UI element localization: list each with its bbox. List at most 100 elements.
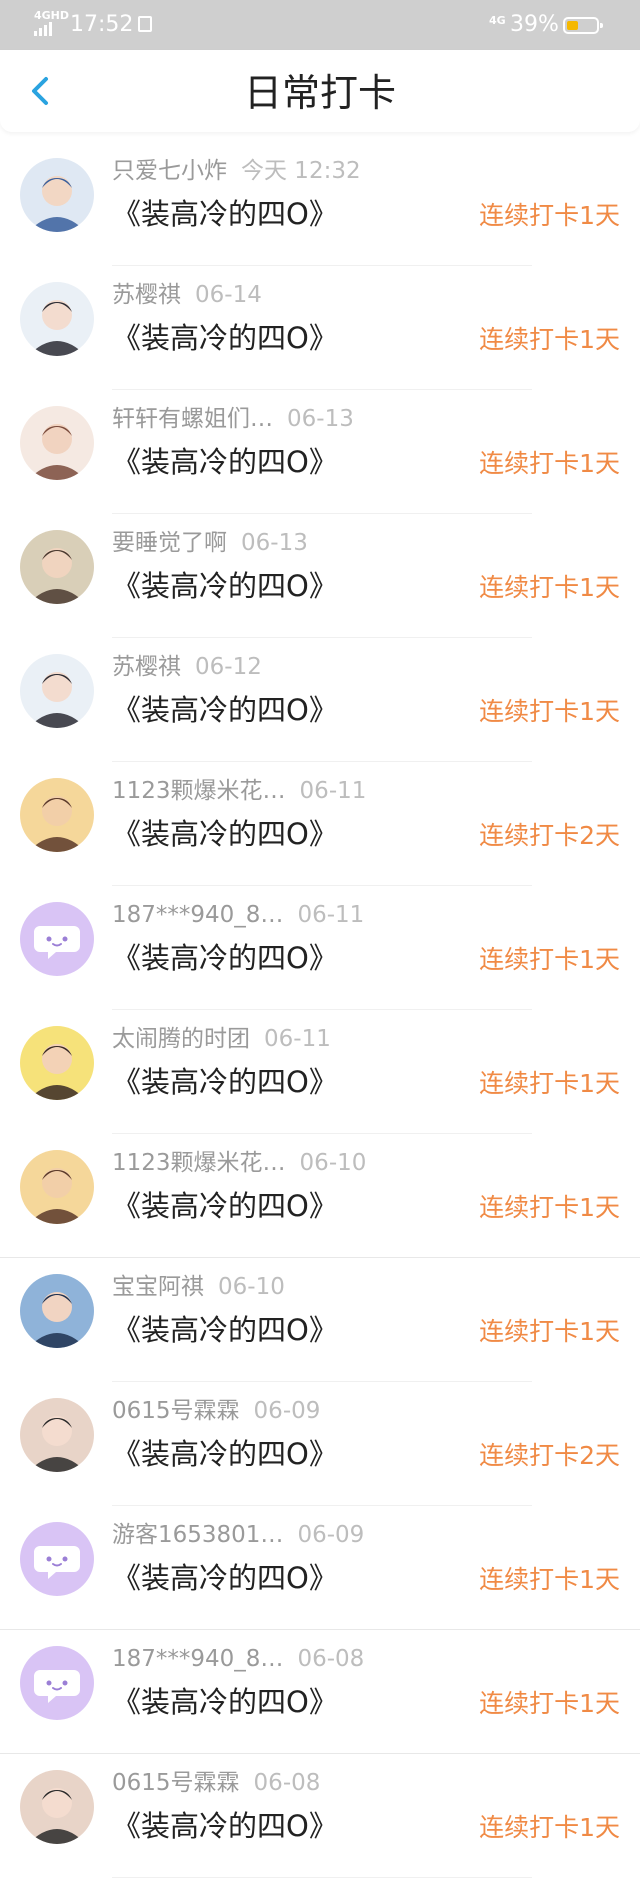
avatar[interactable] (20, 282, 94, 356)
avatar[interactable] (20, 902, 94, 976)
checkin-content: 《装高冷的四O》 (112, 1561, 338, 1595)
streak-label: 连续打卡2天 (479, 1441, 620, 1470)
name-line: 只爱七小炸 今天 12:32 (112, 154, 361, 188)
network-type: 4GHD (34, 9, 70, 22)
checkin-content: 《装高冷的四O》 (112, 1437, 338, 1471)
streak-label: 连续打卡1天 (479, 1193, 620, 1222)
avatar[interactable] (20, 778, 94, 852)
user-name[interactable]: 0615号霖霖 (112, 1766, 240, 1800)
checkin-date: 06-09 (297, 1522, 365, 1548)
network-type-secondary: 4G (489, 14, 506, 27)
default-avatar-icon (20, 1522, 94, 1596)
name-line: 宝宝阿祺 06-10 (112, 1270, 285, 1304)
checkin-content: 《装高冷的四O》 (112, 321, 338, 355)
user-name[interactable]: 187***940_8… (112, 1642, 283, 1676)
battery-percent: 39% (510, 12, 559, 37)
list-item[interactable]: 苏樱祺 06-12 《装高冷的四O》 连续打卡1天 (0, 638, 640, 762)
avatar[interactable] (20, 1398, 94, 1472)
user-photo-icon (20, 1770, 94, 1844)
checkin-content: 《装高冷的四O》 (112, 197, 338, 231)
name-line: 187***940_8… 06-11 (112, 898, 364, 932)
page-title: 日常打卡 (243, 71, 396, 115)
list-item[interactable]: 苏樱祺 06-14 《装高冷的四O》 连续打卡1天 (0, 266, 640, 390)
checkin-date: 06-08 (297, 1646, 365, 1672)
user-name[interactable]: 游客1653801… (112, 1518, 283, 1552)
user-photo-icon (20, 1398, 94, 1472)
avatar[interactable] (20, 1026, 94, 1100)
user-name[interactable]: 要睡觉了啊 (112, 526, 227, 560)
streak-label: 连续打卡1天 (479, 697, 620, 726)
user-name[interactable]: 1123颗爆米花… (112, 774, 286, 808)
user-photo-icon (20, 158, 94, 232)
checkin-list: 只爱七小炸 今天 12:32 《装高冷的四O》 连续打卡1天 苏樱祺 06-14 《装高冷的… (0, 142, 640, 1878)
streak-label: 连续打卡1天 (479, 1689, 620, 1718)
streak-label: 连续打卡1天 (479, 1813, 620, 1842)
list-item[interactable]: 游客1653801… 06-09 《装高冷的四O》 连续打卡1天 (0, 1506, 640, 1630)
list-item[interactable]: 1123颗爆米花… 06-11 《装高冷的四O》 连续打卡2天 (0, 762, 640, 886)
avatar[interactable] (20, 654, 94, 728)
user-name[interactable]: 轩轩有螺姐们… (112, 402, 273, 436)
name-line: 187***940_8… 06-08 (112, 1642, 364, 1676)
streak-label: 连续打卡1天 (479, 201, 620, 230)
name-line: 0615号霖霖 06-08 (112, 1766, 320, 1800)
user-photo-icon (20, 778, 94, 852)
name-line: 太闹腾的时团 06-11 (112, 1022, 331, 1056)
user-photo-icon (20, 530, 94, 604)
checkin-date: 06-08 (253, 1770, 321, 1796)
user-name[interactable]: 苏樱祺 (112, 650, 181, 684)
user-name[interactable]: 太闹腾的时团 (112, 1022, 250, 1056)
avatar[interactable] (20, 1274, 94, 1348)
avatar[interactable] (20, 158, 94, 232)
list-item[interactable]: 要睡觉了啊 06-13 《装高冷的四O》 连续打卡1天 (0, 514, 640, 638)
battery-icon (563, 17, 603, 34)
user-photo-icon (20, 654, 94, 728)
user-name[interactable]: 0615号霖霖 (112, 1394, 240, 1428)
nav-bar: 日常打卡 (0, 50, 640, 132)
checkin-date: 今天 12:32 (241, 158, 361, 184)
checkin-content: 《装高冷的四O》 (112, 693, 338, 727)
streak-label: 连续打卡1天 (479, 945, 620, 974)
default-avatar-icon (20, 902, 94, 976)
streak-label: 连续打卡1天 (479, 1317, 620, 1346)
name-line: 1123颗爆米花… 06-10 (112, 1146, 366, 1180)
user-name[interactable]: 187***940_8… (112, 898, 283, 932)
user-name[interactable]: 宝宝阿祺 (112, 1270, 204, 1304)
avatar[interactable] (20, 530, 94, 604)
name-line: 1123颗爆米花… 06-11 (112, 774, 366, 808)
list-item[interactable]: 0615号霖霖 06-08 《装高冷的四O》 连续打卡1天 (0, 1754, 640, 1878)
list-item[interactable]: 轩轩有螺姐们… 06-13 《装高冷的四O》 连续打卡1天 (0, 390, 640, 514)
user-name[interactable]: 只爱七小炸 (112, 154, 227, 188)
list-item[interactable]: 0615号霖霖 06-09 《装高冷的四O》 连续打卡2天 (0, 1382, 640, 1506)
checkin-date: 06-14 (195, 282, 262, 308)
user-photo-icon (20, 406, 94, 480)
list-item[interactable]: 187***940_8… 06-08 《装高冷的四O》 连续打卡1天 (0, 1630, 640, 1754)
streak-label: 连续打卡1天 (479, 573, 620, 602)
checkin-date: 06-12 (195, 654, 262, 680)
checkin-date: 06-09 (253, 1398, 321, 1424)
list-item[interactable]: 1123颗爆米花… 06-10 《装高冷的四O》 连续打卡1天 (0, 1134, 640, 1258)
user-name[interactable]: 1123颗爆米花… (112, 1146, 286, 1180)
checkin-date: 06-11 (297, 902, 365, 928)
user-name[interactable]: 苏樱祺 (112, 278, 181, 312)
avatar[interactable] (20, 1770, 94, 1844)
user-photo-icon (20, 282, 94, 356)
list-item[interactable]: 太闹腾的时团 06-11 《装高冷的四O》 连续打卡1天 (0, 1010, 640, 1134)
avatar[interactable] (20, 1522, 94, 1596)
checkin-content: 《装高冷的四O》 (112, 1189, 338, 1223)
list-item[interactable]: 宝宝阿祺 06-10 《装高冷的四O》 连续打卡1天 (0, 1258, 640, 1382)
list-item[interactable]: 只爱七小炸 今天 12:32 《装高冷的四O》 连续打卡1天 (0, 142, 640, 266)
name-line: 轩轩有螺姐们… 06-13 (112, 402, 354, 436)
avatar[interactable] (20, 1150, 94, 1224)
list-item[interactable]: 187***940_8… 06-11 《装高冷的四O》 连续打卡1天 (0, 886, 640, 1010)
checkin-content: 《装高冷的四O》 (112, 445, 338, 479)
name-line: 苏樱祺 06-14 (112, 278, 262, 312)
name-line: 苏樱祺 06-12 (112, 650, 262, 684)
status-bar: 4GHD 17:52 4G 39% (0, 0, 640, 50)
user-photo-icon (20, 1150, 94, 1224)
name-line: 要睡觉了啊 06-13 (112, 526, 308, 560)
checkin-content: 《装高冷的四O》 (112, 1809, 338, 1843)
default-avatar-icon (20, 1646, 94, 1720)
avatar[interactable] (20, 1646, 94, 1720)
avatar[interactable] (20, 406, 94, 480)
streak-label: 连续打卡2天 (479, 821, 620, 850)
